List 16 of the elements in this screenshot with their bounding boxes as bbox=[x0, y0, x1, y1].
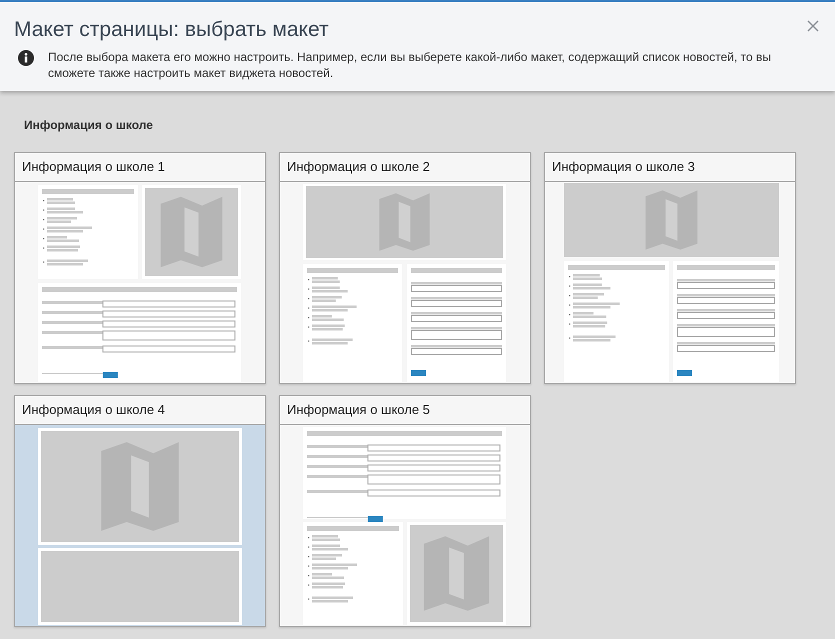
info-icon bbox=[18, 50, 34, 66]
layout-card[interactable]: Информация о школе 2 bbox=[279, 152, 531, 384]
card-title: Информация о школе 1 bbox=[15, 153, 265, 182]
layout-card[interactable]: Информация о школе 3 bbox=[544, 152, 796, 384]
close-button[interactable] bbox=[805, 18, 821, 34]
layout-card[interactable]: Информация о школе 1 bbox=[14, 152, 266, 384]
info-text: После выбора макета его можно настроить. Например, если вы выберете какой-либо макет, содержащий список новостей, то вы сможете также настроить макет виджета новостей. bbox=[48, 49, 772, 81]
layout-card[interactable]: Информация о школе 4 bbox=[14, 395, 266, 627]
dialog-title: Макет страницы: выбрать макет bbox=[14, 17, 329, 43]
card-title: Информация о школе 3 bbox=[545, 153, 795, 182]
card-title: Информация о школе 2 bbox=[280, 153, 530, 182]
card-title: Информация о школе 5 bbox=[280, 396, 530, 425]
section-title: Информация о школе bbox=[24, 118, 154, 132]
card-title: Информация о школе 4 bbox=[15, 396, 265, 425]
layout-card[interactable]: Информация о школе 5 bbox=[279, 395, 531, 627]
close-icon bbox=[807, 20, 819, 32]
